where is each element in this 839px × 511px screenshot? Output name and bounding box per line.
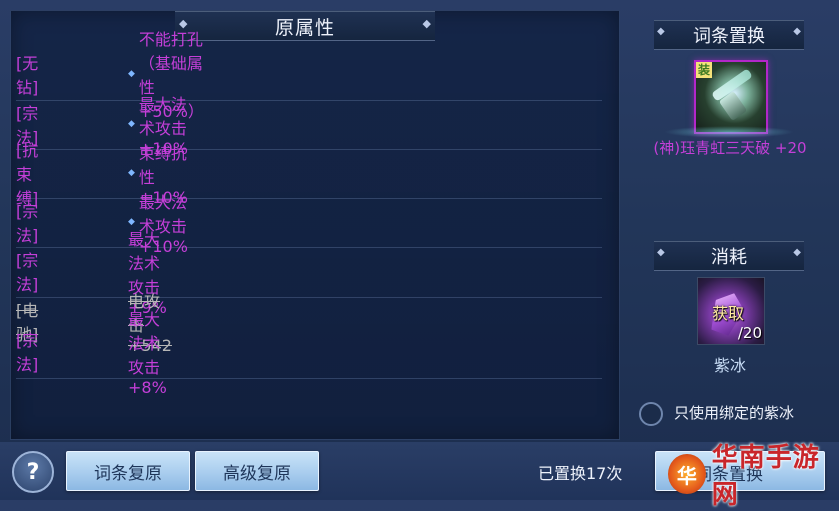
diamond-icon: ◆ (128, 69, 135, 79)
equipment-name: (神)珏青虹三天破 +20 (653, 139, 807, 157)
attribute-tag: [宗法] (16, 251, 39, 294)
attribute-row: [宗法] ◆ 最大法术攻击 +10% (16, 95, 602, 158)
consume-header: 消耗 (654, 241, 804, 271)
material-quantity: /20 (737, 324, 762, 342)
original-attributes-header: 原属性 (175, 11, 435, 41)
help-button[interactable]: ? (12, 451, 54, 493)
material-name: 紫冰 (713, 356, 746, 375)
replace-title: 词条置换 (693, 26, 765, 47)
attribute-tag: [无钻] (16, 54, 39, 97)
watermark-logo-icon: 华 (668, 454, 706, 494)
attribute-text: 最大法术攻击 +8% (128, 309, 167, 397)
equipped-badge: 装 (696, 62, 712, 78)
acquire-label[interactable]: 获取 (712, 300, 744, 324)
attribute-row: [宗法] 最大法术攻击 +9% (16, 230, 602, 317)
diamond-icon: ◆ (128, 119, 135, 129)
replaced-count: 已置换17次 (538, 464, 623, 483)
attribute-row: [无钻] ◆ 不能打孔（基础属性 +50%） (16, 30, 602, 121)
attribute-row: [宗法] ◆ 最大法术攻击 +10% (16, 193, 602, 256)
attribute-tag: [宗法] (16, 202, 39, 245)
attribute-tag: [宗法] (16, 331, 39, 374)
bound-only-radio[interactable] (639, 402, 663, 426)
watermark: 华 华南手游网 (668, 443, 839, 510)
consume-title: 消耗 (711, 247, 747, 268)
original-attributes-title: 原属性 (274, 16, 335, 39)
material-slot[interactable]: 获取 /20 (697, 277, 765, 345)
attribute-description: 最大法术攻击 +8% (128, 306, 167, 397)
advanced-restore-button[interactable]: 高级复原 (195, 451, 319, 491)
attribute-row: [电驰] 电攻击 +542 [宗法] 最大法术攻击 +8% (16, 292, 602, 397)
replace-header: 词条置换 (654, 20, 804, 50)
diamond-icon: ◆ (128, 168, 135, 178)
equipment-slot[interactable]: 装 (694, 60, 768, 134)
attribute-row: [抗束缚] ◆ 束缚抗性 +10% (16, 141, 602, 208)
restore-button[interactable]: 词条复原 (66, 451, 190, 491)
bound-only-label: 只使用绑定的紫冰 (674, 404, 795, 422)
